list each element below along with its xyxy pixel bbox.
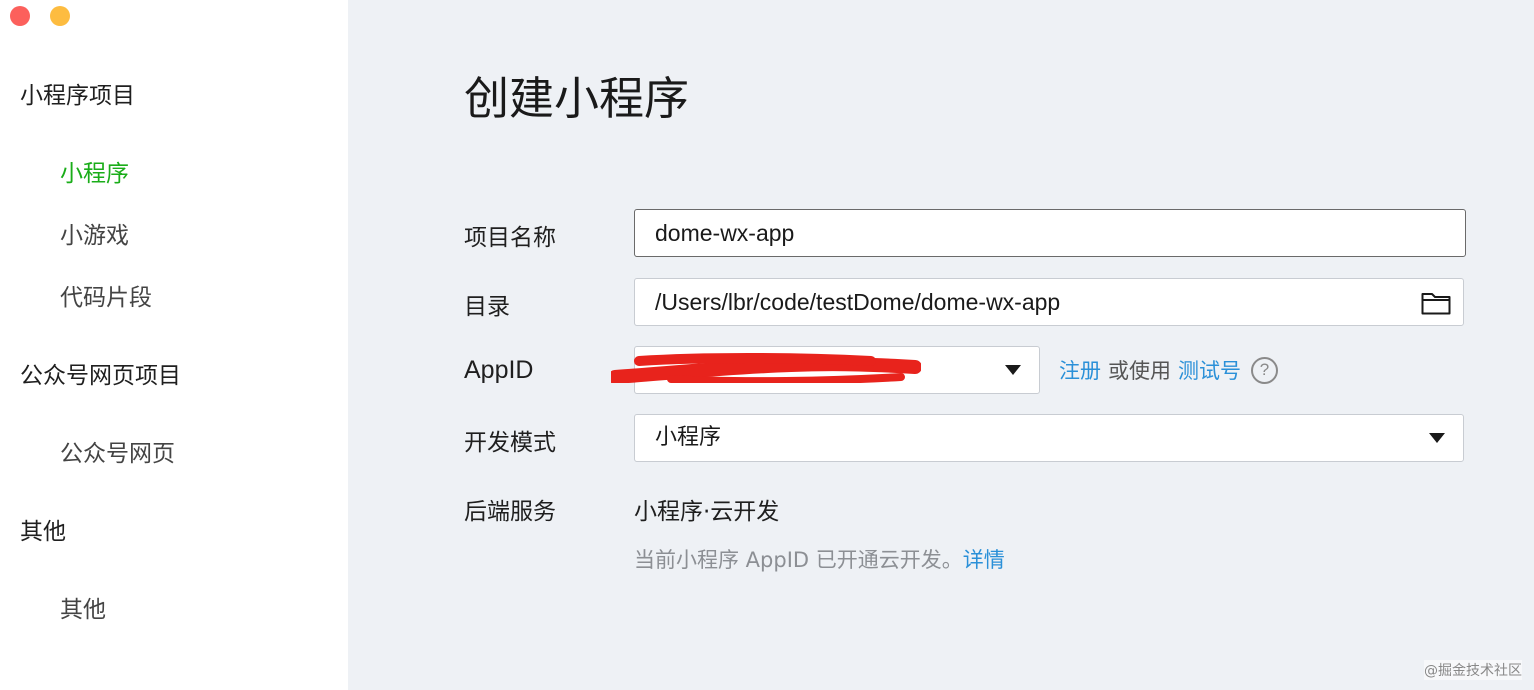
sidebar: 小程序项目 小程序 小游戏 代码片段 公众号网页项目 公众号网页 其他 其他 (0, 0, 348, 690)
appid-links: 注册 或使用 测试号 ? (1059, 355, 1278, 385)
directory-value: /Users/lbr/code/testDome/dome-wx-app (655, 289, 1061, 315)
test-account-link[interactable]: 测试号 (1178, 355, 1241, 385)
chevron-down-icon (1005, 365, 1021, 375)
folder-icon[interactable] (1421, 291, 1451, 315)
chevron-down-icon (1429, 433, 1445, 443)
category-miniprogram-project: 小程序项目 (20, 83, 135, 109)
dev-mode-label: 开发模式 (464, 430, 556, 456)
project-name-field[interactable] (634, 209, 1466, 257)
page-title: 创建小程序 (464, 72, 690, 125)
backend-label: 后端服务 (464, 499, 556, 525)
appid-select[interactable] (611, 346, 1040, 394)
window-minimize-button[interactable] (50, 6, 70, 26)
main-panel: 创建小程序 项目名称 目录 /Users/lbr/code/testDome/d… (348, 0, 1534, 690)
sidebar-item-official-account-page[interactable]: 公众号网页 (60, 434, 175, 468)
project-name-label: 项目名称 (464, 225, 556, 251)
appid-label: AppID (464, 356, 534, 384)
backend-note-text: 当前小程序 AppID 已开通云开发。 (634, 548, 963, 572)
category-official-account-project: 公众号网页项目 (20, 363, 181, 389)
sidebar-item-code-snippet[interactable]: 代码片段 (60, 278, 152, 312)
backend-note: 当前小程序 AppID 已开通云开发。详情 (634, 544, 1005, 574)
redaction-scribble (611, 353, 921, 383)
window-close-button[interactable] (10, 6, 30, 26)
help-icon[interactable]: ? (1251, 356, 1278, 384)
directory-field[interactable]: /Users/lbr/code/testDome/dome-wx-app (634, 278, 1464, 326)
dev-mode-select[interactable]: 小程序 (634, 414, 1464, 462)
directory-label: 目录 (464, 294, 510, 320)
project-name-input[interactable] (635, 210, 1465, 256)
sidebar-item-minigame[interactable]: 小游戏 (60, 216, 129, 250)
backend-value: 小程序·云开发 (634, 499, 780, 525)
register-link[interactable]: 注册 (1059, 355, 1101, 385)
dev-mode-value: 小程序 (655, 425, 722, 450)
category-other: 其他 (20, 519, 66, 545)
or-use-text: 或使用 (1108, 359, 1171, 383)
details-link[interactable]: 详情 (963, 548, 1005, 572)
sidebar-item-miniprogram[interactable]: 小程序 (60, 154, 129, 188)
watermark: @掘金技术社区 (1424, 660, 1522, 680)
sidebar-item-other[interactable]: 其他 (60, 590, 106, 624)
